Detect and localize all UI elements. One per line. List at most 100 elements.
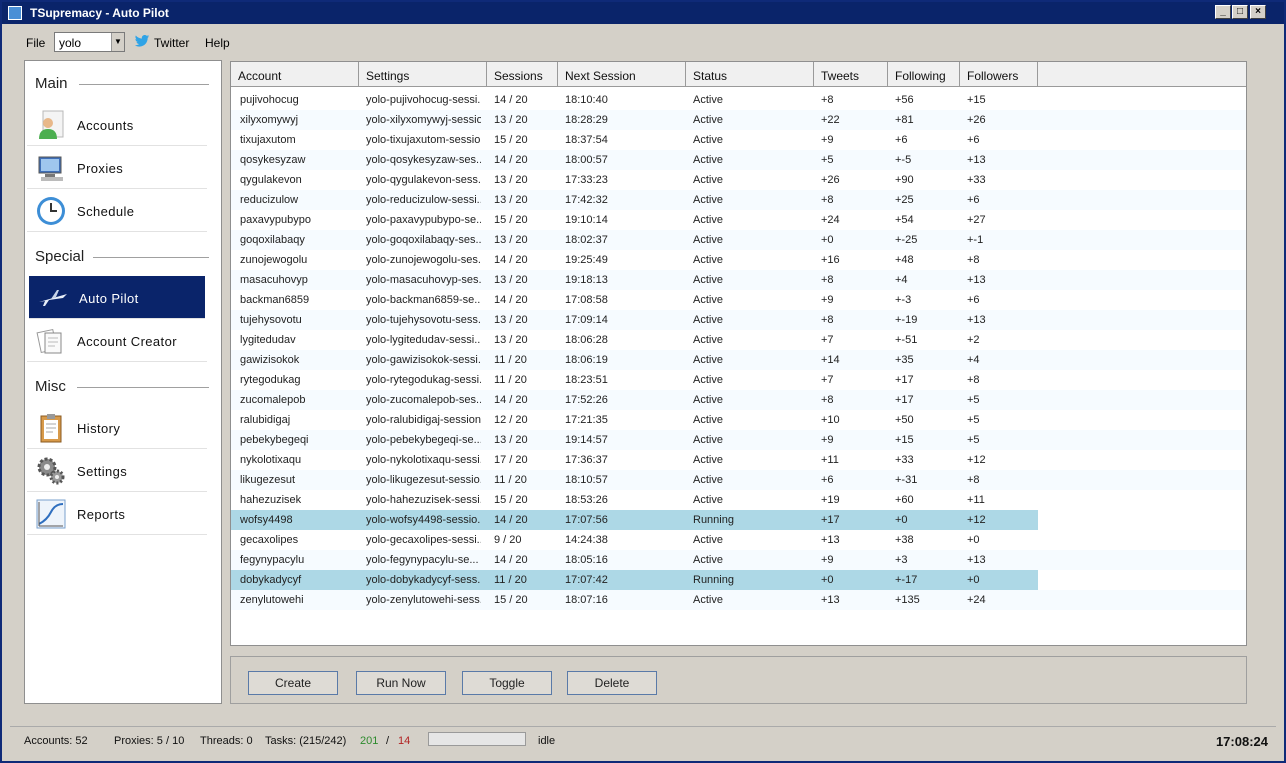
table-row[interactable]: wofsy4498 yolo-wofsy4498-sessio... 14 / 20… [231, 510, 1246, 530]
cell-following: +35 [895, 354, 914, 366]
sidebar-item-account-creator[interactable]: Account Creator [27, 319, 207, 362]
window-title: TSupremacy - Auto Pilot [30, 6, 169, 20]
cell-next-session: 18:00:57 [565, 154, 608, 166]
cell-tweets: +9 [821, 434, 834, 446]
cell-followers: +6 [967, 294, 980, 306]
table-row[interactable]: qosykesyzaw yolo-qosykesyzaw-ses... 14 / 2… [231, 150, 1246, 170]
close-button[interactable]: × [1250, 5, 1266, 19]
table-row[interactable]: zunojewogolu yolo-zunojewogolu-ses... 14 /… [231, 250, 1246, 270]
cell-tweets: +17 [821, 514, 840, 526]
cell-account: gecaxolipes [240, 534, 299, 546]
cell-account: gawizisokok [240, 354, 300, 366]
table-row[interactable]: tixujaxutom yolo-tixujaxutom-sessio... 15 … [231, 130, 1246, 150]
table-row[interactable]: dobykadycyf yolo-dobykadycyf-sess... 11 / … [231, 570, 1246, 590]
sidebar-item-reports[interactable]: Reports [27, 492, 207, 535]
cell-tweets: +0 [821, 234, 834, 246]
sidebar-item-proxies[interactable]: Proxies [27, 146, 207, 189]
cell-next-session: 18:37:54 [565, 134, 608, 146]
cell-sessions: 11 / 20 [494, 354, 527, 366]
run-now-button[interactable]: Run Now [356, 671, 446, 695]
cell-tweets: +7 [821, 374, 834, 386]
cell-sessions: 13 / 20 [494, 334, 528, 346]
cell-status: Active [693, 454, 723, 466]
cell-tweets: +7 [821, 334, 834, 346]
sidebar-item-label: Settings [77, 464, 128, 479]
column-header-settings[interactable]: Settings [359, 62, 487, 86]
cell-settings: yolo-fegynypacylu-se... [366, 554, 479, 566]
chevron-down-icon[interactable]: ▼ [111, 33, 124, 51]
cell-sessions: 11 / 20 [494, 374, 527, 386]
column-header-following[interactable]: Following [888, 62, 960, 86]
menu-bar: File yolo ▼ Twitter Help [2, 24, 1284, 60]
documents-icon [36, 328, 62, 354]
column-header-sessions[interactable]: Sessions [487, 62, 558, 86]
status-failed-count: 14 [398, 735, 411, 747]
sidebar-item-accounts[interactable]: Accounts [27, 103, 207, 146]
table-row[interactable]: lygitedudav yolo-lygitedudav-sessi... 13 /… [231, 330, 1246, 350]
table-row[interactable]: paxavypubypo yolo-paxavypubypo-se... 15 / … [231, 210, 1246, 230]
sidebar-item-settings[interactable]: Settings [27, 449, 207, 492]
cell-settings: yolo-pujivohocug-sessi... [366, 94, 481, 106]
column-header-next-session[interactable]: Next Session [558, 62, 686, 86]
sidebar-item-history[interactable]: History [27, 406, 207, 449]
column-header-tweets[interactable]: Tweets [814, 62, 888, 86]
column-header-followers[interactable]: Followers [960, 62, 1038, 86]
table-row[interactable]: rytegodukag yolo-rytegodukag-sessi... 11 /… [231, 370, 1246, 390]
cell-sessions: 13 / 20 [494, 194, 528, 206]
column-header-account[interactable]: Account [231, 62, 359, 86]
cell-next-session: 19:14:57 [565, 434, 608, 446]
cell-settings: yolo-qosykesyzaw-ses... [366, 154, 481, 166]
table-row[interactable]: tujehysovotu yolo-tujehysovotu-sess... 13 … [231, 310, 1246, 330]
table-row[interactable]: nykolotixaqu yolo-nykolotixaqu-sessi... 17… [231, 450, 1246, 470]
status-done-count: 201 [360, 735, 379, 747]
cell-status: Active [693, 114, 723, 126]
account-combo[interactable]: yolo ▼ [54, 32, 125, 52]
cell-settings: yolo-masacuhovyp-ses... [366, 274, 481, 286]
cell-followers: +11 [967, 494, 985, 506]
cell-status: Active [693, 274, 723, 286]
cell-next-session: 17:09:14 [565, 314, 608, 326]
column-header-status[interactable]: Status [686, 62, 814, 86]
cell-status: Active [693, 194, 723, 206]
table-row[interactable]: qygulakevon yolo-qygulakevon-sess... 13 / … [231, 170, 1246, 190]
table-row[interactable]: gecaxolipes yolo-gecaxolipes-sessi... 9 / … [231, 530, 1246, 550]
cell-tweets: +9 [821, 294, 834, 306]
create-button[interactable]: Create [248, 671, 338, 695]
table-row[interactable]: xilyxomywyj yolo-xilyxomywyj-sessio... 13 … [231, 110, 1246, 130]
table-row[interactable]: zenylutowehi yolo-zenylutowehi-sess... 15 … [231, 590, 1246, 610]
table-row[interactable]: pujivohocug yolo-pujivohocug-sessi... 14 /… [231, 90, 1246, 110]
minimize-button[interactable]: _ [1215, 5, 1231, 19]
table-row[interactable]: gawizisokok yolo-gawizisokok-sessi... 11 /… [231, 350, 1246, 370]
cell-following: +90 [895, 174, 914, 186]
table-row[interactable]: likugezesut yolo-likugezesut-sessio... 11 … [231, 470, 1246, 490]
cell-tweets: +6 [821, 474, 834, 486]
sidebar-item-label: Accounts [77, 118, 134, 133]
table-row[interactable]: fegynypacylu yolo-fegynypacylu-se... 14 / … [231, 550, 1246, 570]
table-row[interactable]: reducizulow yolo-reducizulow-sessi... 13 /… [231, 190, 1246, 210]
cell-following: +-25 [895, 234, 918, 246]
sidebar-item-label: Schedule [77, 204, 135, 219]
toggle-button[interactable]: Toggle [462, 671, 552, 695]
menu-file[interactable]: File [26, 36, 45, 50]
cell-tweets: +8 [821, 194, 834, 206]
cell-settings: yolo-lygitedudav-sessi... [366, 334, 481, 346]
cell-next-session: 18:02:37 [565, 234, 608, 246]
cell-sessions: 13 / 20 [494, 234, 528, 246]
table-row[interactable]: zucomalepob yolo-zucomalepob-ses... 14 / 2… [231, 390, 1246, 410]
table-row[interactable]: ralubidigaj yolo-ralubidigaj-session... 12… [231, 410, 1246, 430]
cell-settings: yolo-qygulakevon-sess... [366, 174, 481, 186]
sidebar-item-schedule[interactable]: Schedule [27, 189, 207, 232]
table-row[interactable]: goqoxilabaqy yolo-goqoxilabaqy-ses... 13 /… [231, 230, 1246, 250]
menu-twitter[interactable]: Twitter [154, 36, 189, 50]
table-row[interactable]: masacuhovyp yolo-masacuhovyp-ses... 13 / 2… [231, 270, 1246, 290]
sidebar-item-auto-pilot[interactable]: Auto Pilot [29, 276, 205, 319]
cell-account: xilyxomywyj [240, 114, 299, 126]
table-row[interactable]: pebekybegeqi yolo-pebekybegeqi-se... 13 / … [231, 430, 1246, 450]
delete-button[interactable]: Delete [567, 671, 657, 695]
table-row[interactable]: hahezuzisek yolo-hahezuzisek-sessi... 15 /… [231, 490, 1246, 510]
maximize-button[interactable]: □ [1232, 5, 1248, 19]
action-panel: Create Run Now Toggle Delete [230, 656, 1247, 704]
cell-tweets: +8 [821, 274, 834, 286]
table-row[interactable]: backman6859 yolo-backman6859-se... 14 / 20… [231, 290, 1246, 310]
menu-help[interactable]: Help [205, 36, 230, 50]
